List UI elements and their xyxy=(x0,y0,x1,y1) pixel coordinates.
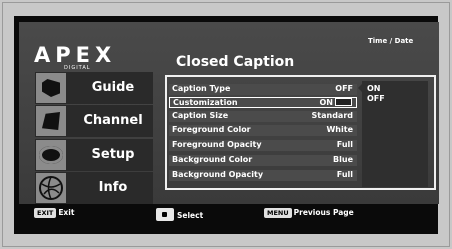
menu-row-foreground-color[interactable]: Foreground Color White xyxy=(169,125,357,136)
sidebar-item-label: Channel xyxy=(83,113,143,128)
menu-row-caption-type[interactable]: Caption Type OFF xyxy=(169,84,357,95)
sidebar-item-channel[interactable]: Channel xyxy=(35,105,153,137)
sidebar-item-label: Guide xyxy=(91,80,135,95)
row-label: Background Color xyxy=(172,155,253,164)
guide-icon xyxy=(36,73,66,103)
row-value: ON xyxy=(319,98,334,107)
row-label: Foreground Color xyxy=(172,125,251,134)
exit-key: EXIT xyxy=(34,208,57,218)
row-label: Background Opacity xyxy=(172,170,264,179)
time-date: Time / Date xyxy=(368,37,414,45)
logo-subtext: DIGITAL xyxy=(64,65,91,71)
option-off[interactable]: OFF xyxy=(367,94,385,103)
previous-page-hint: MENU Previous Page xyxy=(264,208,354,218)
row-value: Full xyxy=(336,140,353,149)
logo-text: APEX xyxy=(34,43,117,67)
menu-row-background-color[interactable]: Background Color Blue xyxy=(169,155,357,166)
pointer-arrow-icon xyxy=(358,84,362,92)
apex-logo: APEX DIGITAL xyxy=(34,43,117,71)
row-value: Standard xyxy=(311,111,353,120)
sidebar-item-info[interactable]: Info xyxy=(35,172,153,204)
previous-page-label: Previous Page xyxy=(293,208,354,217)
sidebar-item-guide[interactable]: Guide xyxy=(35,72,153,104)
menu-row-caption-size[interactable]: Caption Size Standard xyxy=(169,111,357,122)
left-right-arrow-icon xyxy=(335,98,352,106)
channel-icon xyxy=(36,106,66,136)
row-label: Caption Type xyxy=(172,84,231,93)
row-value: White xyxy=(326,125,353,134)
row-label: Caption Size xyxy=(172,111,229,120)
exit-hint: EXIT Exit xyxy=(34,208,74,218)
option-on[interactable]: ON xyxy=(367,84,381,93)
row-value: Full xyxy=(336,170,353,179)
sidebar-item-setup[interactable]: Setup xyxy=(35,139,153,171)
menu-row-customization[interactable]: Customization ON xyxy=(169,97,357,108)
select-hint: Select xyxy=(156,208,203,221)
row-value: Blue xyxy=(333,155,353,164)
select-label: Select xyxy=(177,211,204,220)
row-label: Customization xyxy=(173,98,238,107)
row-value-wrap: ON xyxy=(319,98,352,107)
menu-row-background-opacity[interactable]: Background Opacity Full xyxy=(169,170,357,181)
setup-icon xyxy=(36,140,66,170)
exit-label: Exit xyxy=(58,208,75,217)
nav-pad-icon xyxy=(156,208,174,221)
sidebar-item-label: Info xyxy=(98,180,128,195)
sidebar-item-label: Setup xyxy=(91,147,135,162)
info-icon xyxy=(36,173,66,203)
menu-key: MENU xyxy=(264,208,292,218)
page-title: Closed Caption xyxy=(176,54,295,70)
options-list: ON OFF xyxy=(358,81,428,187)
globe-icon xyxy=(39,176,63,200)
menu-row-foreground-opacity[interactable]: Foreground Opacity Full xyxy=(169,140,357,151)
row-label: Foreground Opacity xyxy=(172,140,262,149)
row-value: OFF xyxy=(335,84,353,93)
